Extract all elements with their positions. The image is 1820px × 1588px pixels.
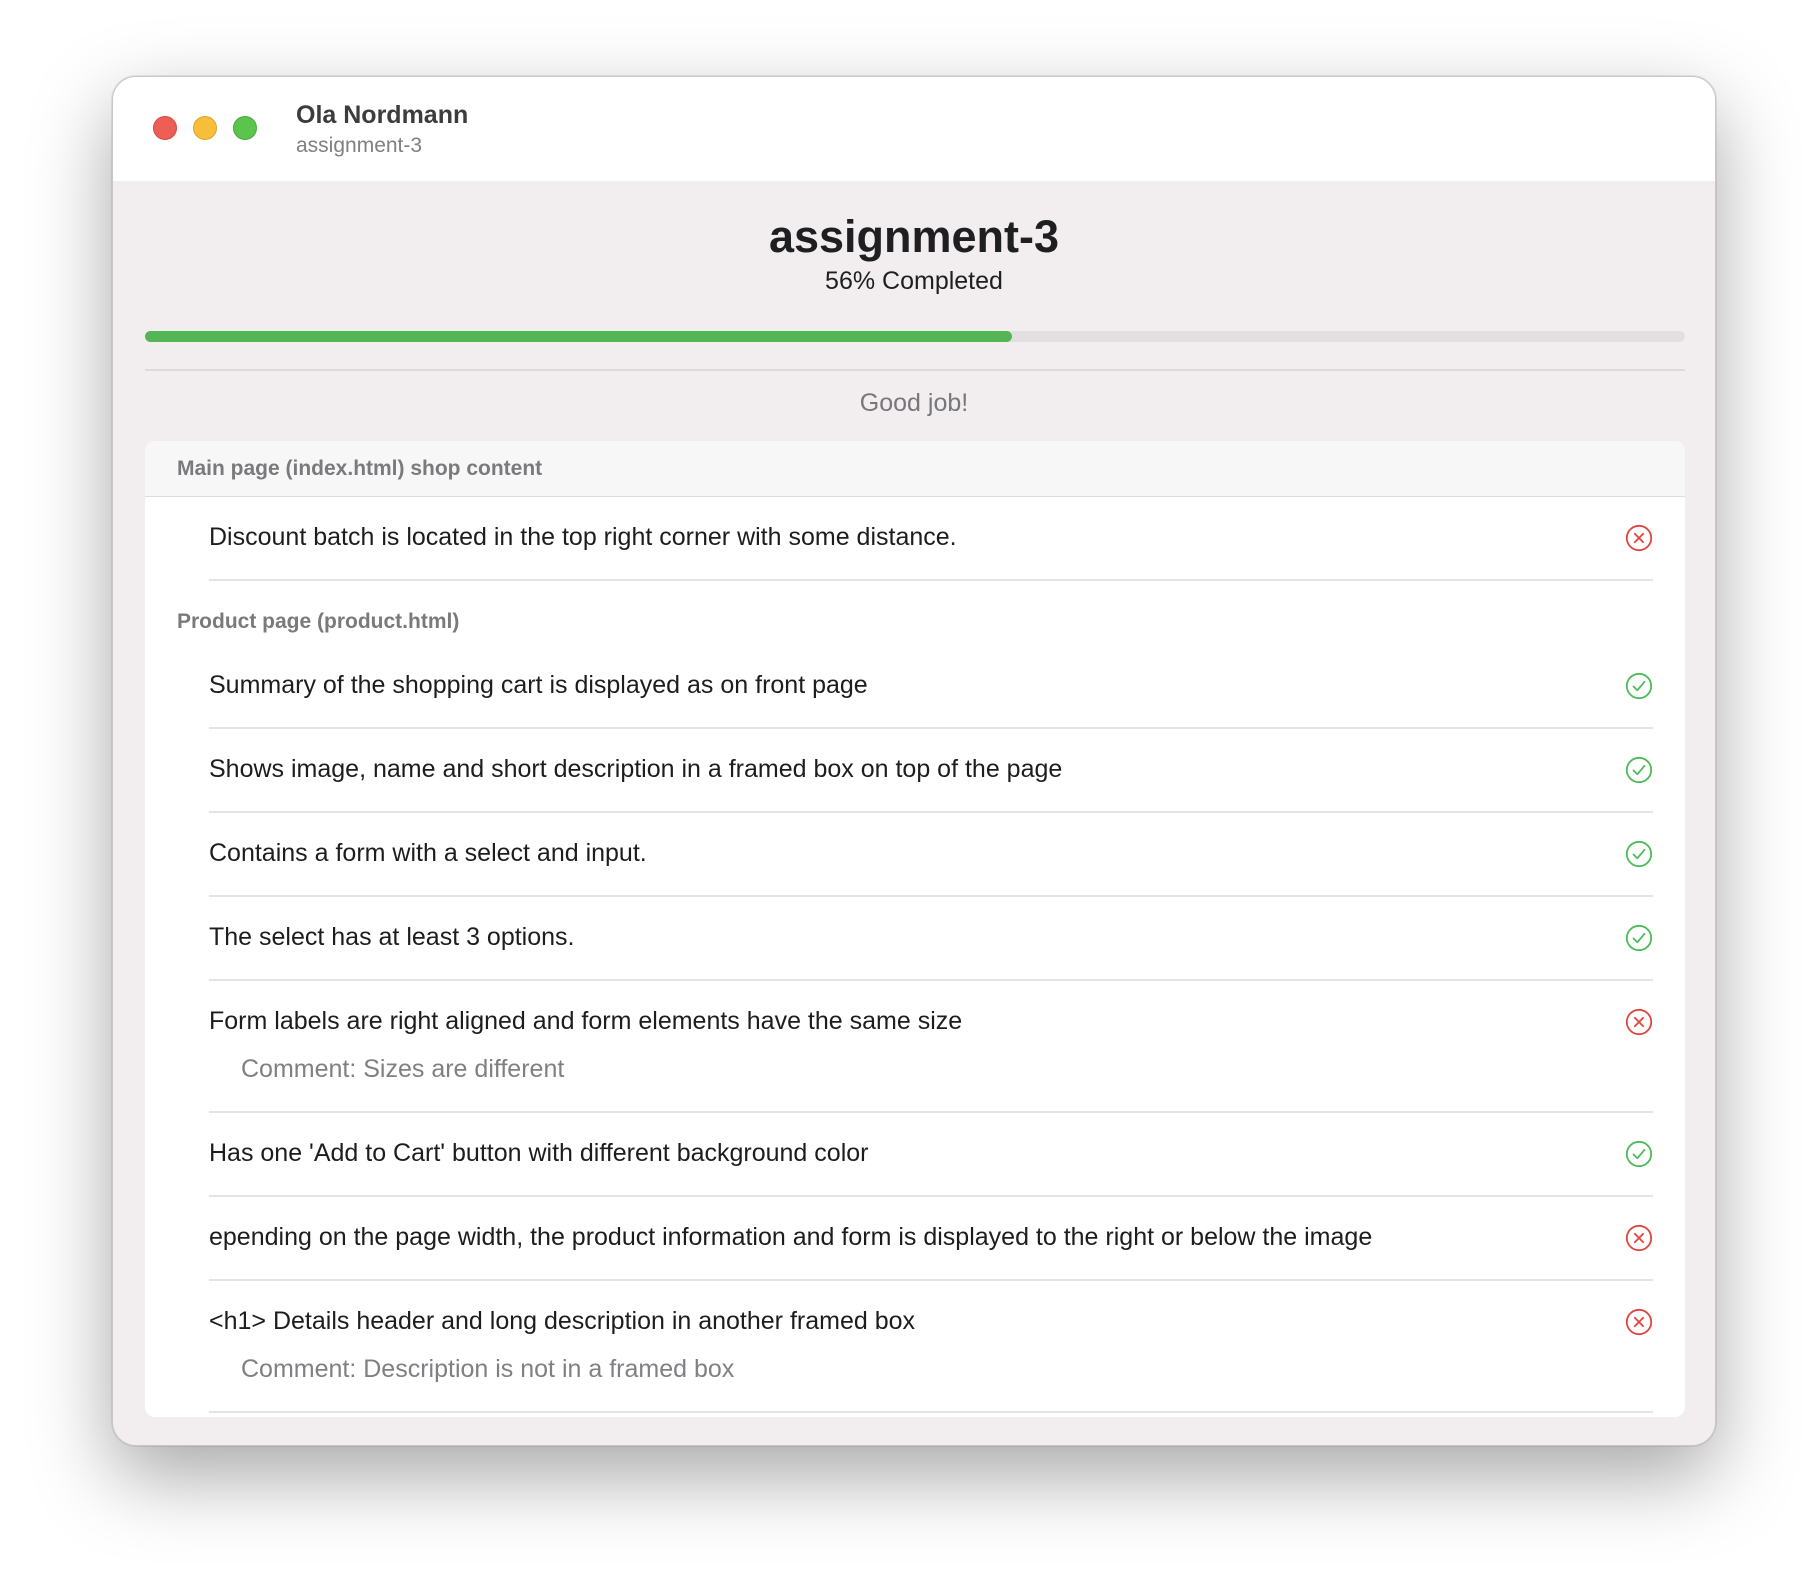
title-bar: Ola Nordmann assignment-3 — [113, 77, 1715, 181]
checklist-item-text: Form labels are right aligned and form e… — [209, 1007, 963, 1035]
section-header: Main page (index.html) shop content — [145, 441, 1685, 497]
app-window: Ola Nordmann assignment-3 assignment-3 5… — [112, 76, 1716, 1446]
checklist-item-text: Summary of the shopping cart is displaye… — [209, 671, 868, 699]
checklist-item-comment: Comment: Sizes are different — [241, 1055, 565, 1083]
page-title: assignment-3 — [768, 211, 1060, 262]
x-circle-icon — [1625, 524, 1653, 552]
check-circle-icon — [1625, 672, 1653, 700]
checklist-item: <h1> Details header and long description… — [209, 1281, 1653, 1413]
section-header: Product page (product.html) — [177, 610, 460, 633]
progress-bar — [145, 331, 1685, 342]
check-circle-icon — [1625, 924, 1653, 952]
checklist-item-text: Shows image, name and short description … — [209, 755, 1063, 783]
checklist-item-text: epending on the page width, the product … — [209, 1223, 1373, 1251]
divider — [145, 369, 1685, 371]
main-content: assignment-3 56% Completed Good job! Mai… — [113, 181, 1715, 1445]
checklist-item-text: Discount batch is located in the top rig… — [209, 523, 957, 551]
check-circle-icon — [1625, 840, 1653, 868]
close-window-button[interactable] — [153, 116, 177, 140]
x-circle-icon — [1625, 1008, 1653, 1036]
window-subtitle: assignment-3 — [296, 134, 423, 157]
checklist-item: Has one 'Add to Cart' button with differ… — [209, 1113, 1653, 1197]
checklist-item-comment: Comment: Description is not in a framed … — [241, 1355, 735, 1383]
window-title: Ola Nordmann — [296, 101, 469, 129]
checklist-item: epending on the page width, the product … — [209, 1197, 1653, 1281]
minimize-window-button[interactable] — [193, 116, 217, 140]
checklist-item: Shows image, name and short description … — [209, 729, 1653, 813]
feedback-message: Good job! — [859, 389, 969, 417]
check-circle-icon — [1625, 1140, 1653, 1168]
checklist-item-text: <h1> Details header and long description… — [209, 1307, 916, 1335]
zoom-window-button[interactable] — [233, 116, 257, 140]
x-circle-icon — [1625, 1224, 1653, 1252]
checklist-item: Summary of the shopping cart is displaye… — [209, 645, 1653, 729]
checklist-item-text: Contains a form with a select and input. — [209, 839, 647, 867]
checklist-card[interactable]: Main page (index.html) shop content Disc… — [145, 441, 1685, 1417]
check-circle-icon — [1625, 756, 1653, 784]
x-circle-icon — [1625, 1308, 1653, 1336]
progress-bar-fill — [145, 331, 1013, 342]
checklist-item: Discount batch is located in the top rig… — [209, 497, 1653, 581]
checklist-item: Form labels are right aligned and form e… — [209, 981, 1653, 1113]
checklist-item-text: The select has at least 3 options. — [209, 923, 575, 951]
progress-label: 56% Completed — [825, 267, 1003, 295]
checklist-item: Contains a form with a select and input. — [209, 813, 1653, 897]
checklist-item: The select has at least 3 options. — [209, 897, 1653, 981]
checklist-item-text: Has one 'Add to Cart' button with differ… — [209, 1139, 869, 1167]
